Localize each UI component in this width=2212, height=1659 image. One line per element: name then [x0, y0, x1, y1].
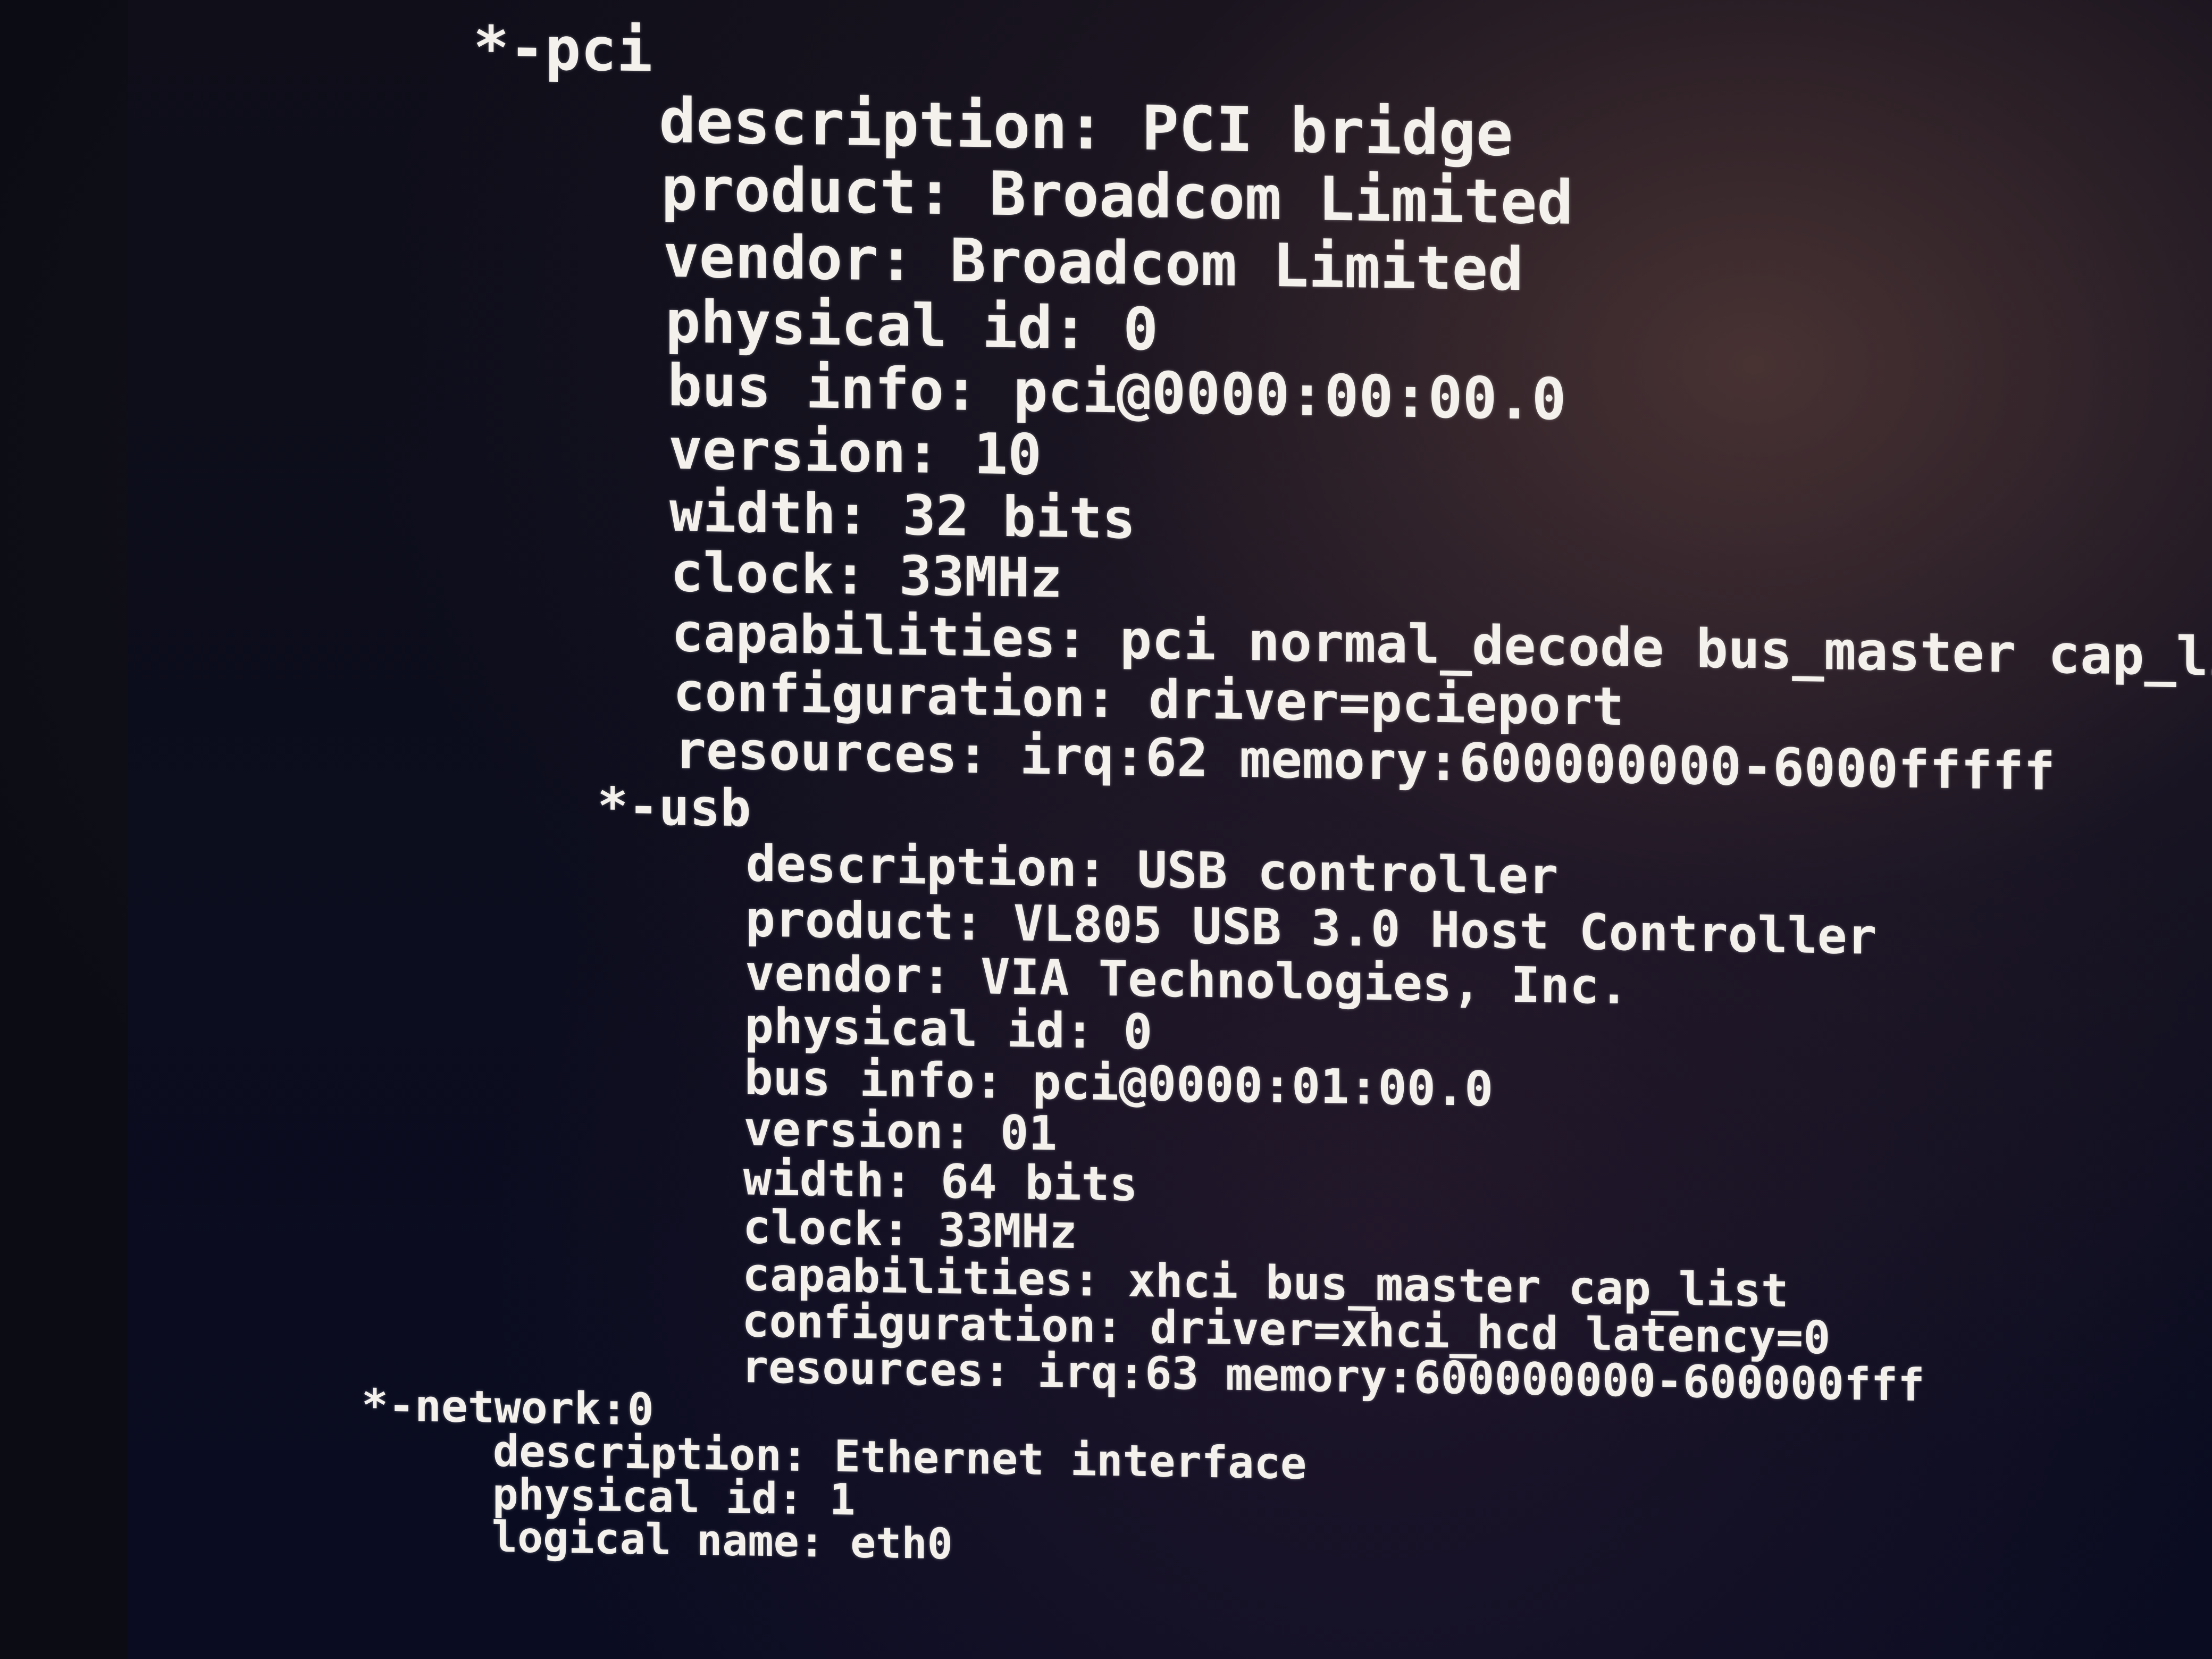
terminal-line-usb-header: *-usb	[505, 775, 751, 839]
terminal-screen: *-pci description: PCI bridge product: B…	[128, 0, 2212, 1659]
terminal-line: logical name: eth0	[364, 1510, 953, 1569]
terminal-line: version: 10	[499, 413, 1042, 488]
terminal-line: clock: 33MHz	[507, 538, 1062, 610]
lshw-output: *-pci description: PCI bridge product: B…	[330, 13, 2212, 1569]
terminal-line: width: 32 bits	[503, 476, 1136, 551]
terminal-line-pci-header: *-pci	[473, 13, 653, 86]
photo-scene: *-pci description: PCI bridge product: B…	[0, 0, 2212, 1659]
terminal-line: physical id: 0	[489, 284, 1159, 364]
